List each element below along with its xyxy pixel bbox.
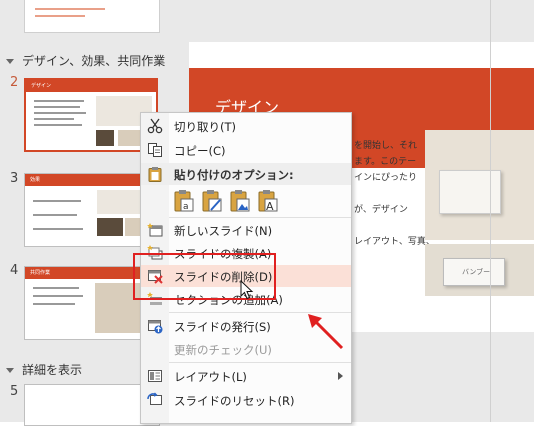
section-label: デザイン、効果、共同作業 (22, 54, 166, 68)
slide-number: 4 (10, 263, 19, 278)
svg-text:A: A (266, 200, 274, 213)
slide-image (96, 130, 114, 146)
menu-item-layout[interactable]: レイアウト(L) (141, 365, 351, 387)
text-line (33, 295, 83, 297)
text-line (33, 287, 79, 289)
menu-item-label: スライドの発行(S) (174, 320, 271, 334)
red-arrow-annotation-icon (306, 312, 348, 358)
paste-keep-text-only-icon[interactable]: A (257, 189, 279, 213)
slide-title: デザイン (31, 83, 52, 89)
menu-item-reset-slide[interactable]: スライドのリセット(R) (141, 389, 351, 411)
menu-item-label: スライドのリセット(R) (174, 394, 295, 408)
mouse-pointer-icon (240, 279, 254, 304)
menu-item-copy[interactable]: コピー(C) (141, 139, 351, 161)
paste-use-destination-theme-icon[interactable]: a (173, 189, 195, 213)
copy-icon (147, 142, 163, 158)
paste-option-buttons: a A (173, 189, 333, 215)
text-line (33, 214, 77, 216)
menu-item-label: 更新のチェック(U) (174, 343, 272, 357)
menu-separator (169, 217, 351, 218)
pane-divider (490, 0, 491, 422)
menu-item-new-slide[interactable]: 新しいスライド(N) (141, 219, 351, 241)
menu-item-label: 新しいスライド(N) (174, 224, 273, 238)
sign-plate (439, 170, 501, 214)
slide-title-bar: デザイン (26, 80, 156, 92)
menu-item-cut[interactable]: 切り取り(T) (141, 115, 351, 137)
publish-slides-icon (147, 318, 163, 334)
slide-number: 3 (10, 171, 19, 186)
reset-slide-icon (147, 392, 163, 408)
menu-section-label: 貼り付けのオプション: (174, 168, 294, 182)
collapse-triangle-icon[interactable] (6, 59, 14, 64)
slide-body-text[interactable]: を開始し、それ (354, 138, 417, 151)
text-line (34, 118, 74, 120)
clipboard-icon (147, 166, 163, 186)
slide-body-text[interactable]: ます。このテー (354, 154, 416, 167)
slide-number: 5 (10, 384, 19, 399)
menu-separator (169, 362, 351, 363)
text-line (33, 228, 83, 230)
new-slide-icon (147, 222, 163, 238)
text-line (34, 112, 86, 114)
slide-number: 2 (10, 75, 19, 90)
menu-item-label: コピー(C) (174, 144, 226, 158)
text-line (34, 124, 82, 126)
highlight-annotation-box (133, 253, 276, 300)
slide-photo[interactable]: バンブー (425, 244, 534, 296)
slide-thumbnail-1-partial[interactable] (24, 0, 160, 33)
slide-body-text[interactable]: が、デザイン (354, 202, 408, 215)
slide-image (97, 218, 123, 236)
slide-photo[interactable] (425, 130, 534, 240)
photo-label: バンブー (462, 268, 491, 276)
slide-body-text[interactable]: インにぴったり (354, 170, 417, 183)
text-line (35, 8, 105, 10)
slide-title: 共同作業 (30, 270, 51, 276)
slide-thumbnail-3[interactable]: 効果 (24, 173, 158, 247)
section-label: 詳細を表示 (22, 363, 83, 377)
slide-title-bar: 効果 (25, 174, 157, 186)
section-header-design[interactable]: デザイン、効果、共同作業 (6, 52, 165, 69)
slide-body-text[interactable]: レイアウト、写真、 (354, 234, 435, 247)
collapse-triangle-icon[interactable] (6, 368, 14, 373)
text-line (34, 100, 84, 102)
paste-keep-source-formatting-icon[interactable] (201, 189, 223, 213)
text-line (33, 200, 81, 202)
powerpoint-window: デザイン、効果、共同作業 2 デザイン 3 効果 4 共同作業 詳細を表示 5 … (0, 0, 534, 426)
scissors-icon (147, 118, 163, 134)
text-line (33, 303, 75, 305)
layout-icon (147, 368, 163, 384)
menu-item-label: 切り取り(T) (174, 120, 236, 134)
paste-options-header: 貼り付けのオプション: (141, 163, 351, 185)
paste-picture-icon[interactable] (229, 189, 251, 213)
svg-text:a: a (183, 202, 189, 212)
slide-thumbnail-2[interactable]: デザイン (24, 78, 158, 152)
sign-plate: バンブー (443, 258, 505, 286)
section-header-details[interactable]: 詳細を表示 (6, 361, 82, 378)
text-line (35, 15, 85, 17)
slide-title: 効果 (30, 177, 41, 183)
submenu-arrow-icon (338, 372, 343, 380)
text-line (34, 106, 80, 108)
menu-item-label: レイアウト(L) (174, 370, 247, 384)
